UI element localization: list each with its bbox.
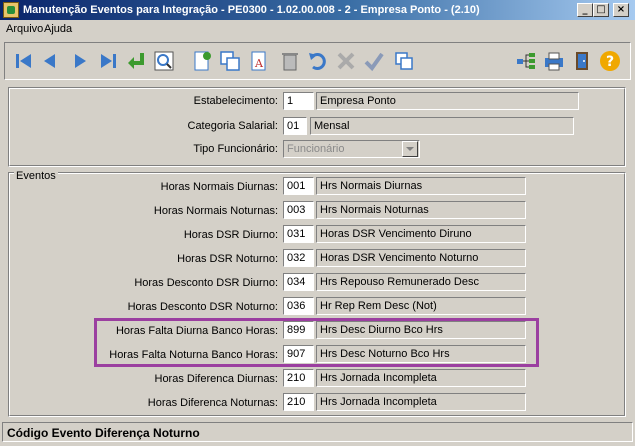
evento-code-input[interactable]: 003	[283, 201, 314, 219]
evento-label: Horas Desconto DSR Noturno:	[127, 301, 278, 313]
evento-label: Horas Diferenca Noturnas:	[147, 397, 278, 409]
evento-label: Horas Normais Diurnas:	[160, 181, 278, 193]
close-button[interactable]: ×	[613, 3, 629, 17]
tipo-funcionario-label: Tipo Funcionário:	[193, 143, 278, 155]
menu-bar: Arquivo Ajuda	[0, 20, 635, 38]
toolbar: A ?	[4, 42, 631, 80]
title-bar: Manutenção Eventos para Integração - PE0…	[0, 0, 635, 20]
categoria-code-input[interactable]: 01	[283, 117, 307, 135]
estabelecimento-code-input[interactable]: 1	[283, 92, 314, 110]
search-icon[interactable]	[151, 48, 177, 74]
evento-code-input[interactable]: 210	[283, 393, 314, 411]
evento-desc: Hr Rep Rem Desc (Not)	[316, 297, 526, 315]
categoria-label: Categoria Salarial:	[187, 120, 279, 132]
svg-text:?: ?	[606, 54, 614, 70]
chevron-down-icon[interactable]	[402, 141, 418, 157]
evento-code-input[interactable]: 036	[283, 297, 314, 315]
menu-ajuda[interactable]: Ajuda	[44, 23, 72, 35]
print-icon[interactable]	[541, 48, 567, 74]
estabelecimento-desc: Empresa Ponto	[316, 92, 579, 110]
next-record-icon[interactable]	[67, 48, 93, 74]
window-title: Manutenção Eventos para Integração - PE0…	[23, 4, 480, 16]
evento-desc: Hrs Repouso Remunerado Desc	[316, 273, 526, 291]
evento-desc: Hrs Jornada Incompleta	[316, 393, 526, 411]
evento-desc: Hrs Normais Noturnas	[316, 201, 526, 219]
evento-label: Horas Diferenca Diurnas:	[154, 373, 279, 385]
copy-icon[interactable]	[217, 48, 243, 74]
new-icon[interactable]	[189, 48, 215, 74]
delete-icon[interactable]	[277, 48, 303, 74]
categoria-desc: Mensal	[310, 117, 574, 135]
evento-label: Horas DSR Diurno:	[183, 229, 278, 241]
first-record-icon[interactable]	[11, 48, 37, 74]
evento-label: Horas DSR Noturno:	[177, 253, 278, 265]
enter-icon[interactable]	[123, 48, 149, 74]
evento-code-input[interactable]: 031	[283, 225, 314, 243]
tree-icon[interactable]	[513, 48, 539, 74]
evento-code-input[interactable]: 001	[283, 177, 314, 195]
exit-door-icon[interactable]	[569, 48, 595, 74]
maximize-button[interactable]: □	[593, 3, 609, 17]
status-bar: Código Evento Diferença Noturno	[2, 422, 633, 442]
evento-code-input[interactable]: 034	[283, 273, 314, 291]
minimize-button[interactable]: _	[577, 3, 593, 17]
prev-record-icon[interactable]	[37, 48, 63, 74]
menu-arquivo[interactable]: Arquivo	[6, 23, 43, 35]
estabelecimento-label: Estabelecimento:	[193, 95, 278, 107]
evento-code-input[interactable]: 032	[283, 249, 314, 267]
evento-code-input[interactable]: 210	[283, 369, 314, 387]
undo-icon[interactable]	[305, 48, 331, 74]
evento-desc: Hrs Normais Diurnas	[316, 177, 526, 195]
confirm-icon[interactable]	[361, 48, 387, 74]
last-record-icon[interactable]	[95, 48, 121, 74]
highlight-box	[94, 318, 539, 367]
edit-icon[interactable]: A	[247, 48, 273, 74]
duplicate-icon[interactable]	[391, 48, 417, 74]
help-icon[interactable]: ?	[597, 48, 623, 74]
evento-desc: Horas DSR Vencimento Diruno	[316, 225, 526, 243]
evento-desc: Horas DSR Vencimento Noturno	[316, 249, 526, 267]
evento-desc: Hrs Jornada Incompleta	[316, 369, 526, 387]
evento-label: Horas Normais Noturnas:	[153, 205, 278, 217]
tipo-funcionario-select[interactable]: Funcionário	[283, 140, 420, 158]
svg-text:A: A	[254, 57, 264, 70]
evento-label: Horas Desconto DSR Diurno:	[134, 277, 278, 289]
cancel-icon[interactable]	[333, 48, 359, 74]
app-icon	[3, 2, 19, 18]
